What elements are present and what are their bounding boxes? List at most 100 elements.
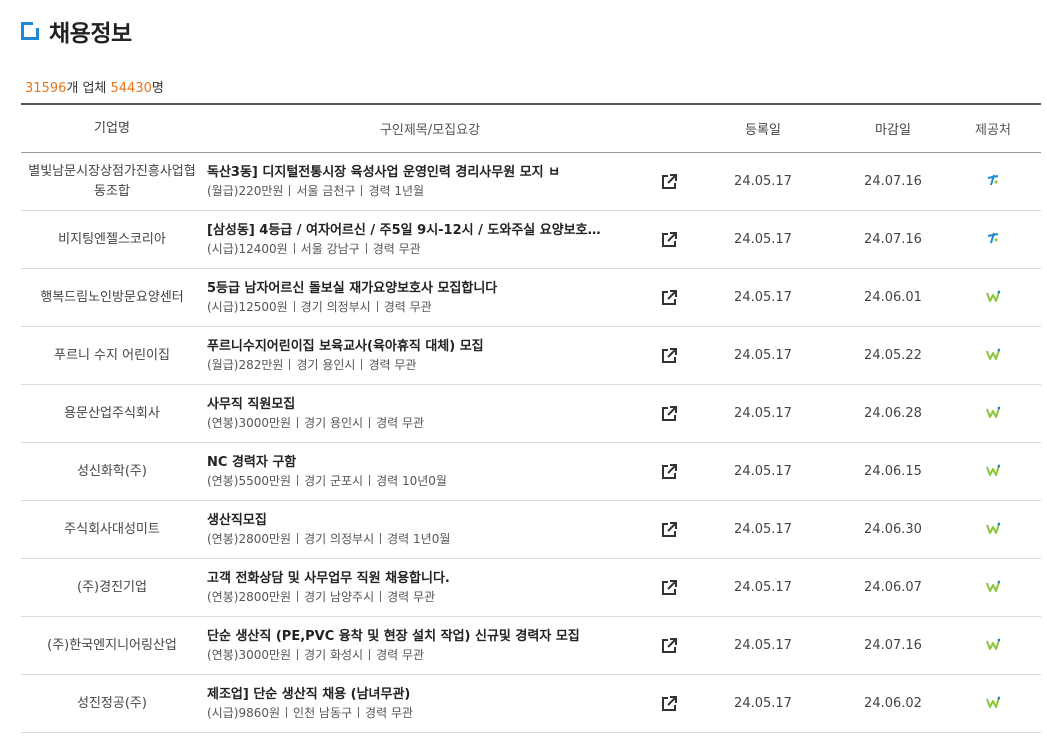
job-pay: (시급)9860원	[207, 705, 281, 720]
job-meta: (시급)12500원 경기 의정부시 경력 무관	[207, 298, 653, 317]
job-title-link[interactable]: NC 경력자 구함	[207, 453, 652, 472]
reg-date: 24.05.17	[734, 464, 792, 479]
company-name[interactable]: (주)경진기업	[21, 578, 203, 598]
job-title-link[interactable]: 고객 전화상담 및 사무업무 직원 채용합니다.	[207, 569, 652, 588]
company-name[interactable]: 행복드림노인방문요양센터	[21, 288, 203, 308]
job-title-link[interactable]: [삼성동] 4등급 / 여자어르신 / 주5일 9시-12시 / 도와주실 요양…	[207, 221, 652, 240]
job-cell: 독산3동] 디지털전통시장 육성사업 운영인력 경리사무원 모지 ㅂ (월급)2…	[203, 163, 653, 201]
job-cell: 푸르니수지어린이집 보육교사(육아휴직 대체) 모집 (월급)282만원 경기 용…	[203, 337, 653, 375]
job-pay: (월급)282만원	[207, 357, 284, 372]
meta-divider	[289, 184, 291, 196]
meta-divider	[365, 242, 367, 254]
close-date: 24.07.16	[864, 174, 922, 189]
w-icon	[986, 289, 1001, 307]
company-name[interactable]: (주)한국엔지니어링산업	[21, 636, 203, 656]
job-title-link[interactable]: 단순 생산직 (PE,PVC 융착 및 현장 설치 작업) 신규및 경력자 모집	[207, 627, 652, 646]
job-meta: (연봉)3000만원 경기 화성시 경력 무관	[207, 646, 653, 665]
job-pay: (연봉)5500만원	[207, 473, 292, 488]
close-date: 24.06.01	[864, 290, 922, 305]
table-row: 성신화학(주) NC 경력자 구함 (연봉)5500만원 경기 군포시 경력 10년…	[21, 443, 1041, 501]
job-career: 경력 무관	[368, 357, 417, 372]
company-count: 31596	[25, 81, 67, 96]
table-row: 푸르니 수지 어린이집 푸르니수지어린이집 보육교사(육아휴직 대체) 모집 (…	[21, 327, 1041, 385]
company-count-unit: 개 업체	[66, 81, 107, 96]
close-date: 24.06.28	[864, 406, 922, 421]
job-career: 경력 무관	[372, 241, 421, 256]
meta-divider	[286, 706, 288, 718]
w-icon	[986, 463, 1001, 481]
external-link-icon[interactable]	[653, 231, 685, 249]
company-name[interactable]: 용문산업주식회사	[21, 404, 203, 424]
company-name[interactable]: 푸르니 수지 어린이집	[21, 346, 203, 366]
source-cell	[945, 637, 1041, 655]
page-title: 채용정보	[49, 21, 132, 47]
job-title-link[interactable]: 제조업] 단순 생산직 채용 (남녀무관)	[207, 685, 652, 704]
meta-divider	[297, 590, 299, 602]
page-header: 채용정보	[21, 14, 132, 48]
job-location: 서울 강남구	[300, 241, 360, 256]
job-cell: NC 경력자 구함 (연봉)5500만원 경기 군포시 경력 10년0월	[203, 453, 653, 491]
job-career: 경력 1년월	[368, 183, 425, 198]
job-meta: (월급)220만원 서울 금천구 경력 1년월	[207, 182, 653, 201]
company-name[interactable]: 성신화학(주)	[21, 462, 203, 482]
external-link-icon[interactable]	[653, 637, 685, 655]
job-location: 인천 남동구	[293, 705, 353, 720]
source-cell	[945, 289, 1041, 307]
company-name[interactable]: 성진정공(주)	[21, 694, 203, 714]
source-cell	[945, 173, 1041, 191]
job-title-link[interactable]: 사무직 직원모집	[207, 395, 652, 414]
external-link-icon[interactable]	[653, 521, 685, 539]
external-link-icon[interactable]	[653, 347, 685, 365]
external-link-icon[interactable]	[653, 405, 685, 423]
external-link-icon[interactable]	[653, 289, 685, 307]
company-name[interactable]: 비지팅엔젤스코리아	[21, 230, 203, 250]
job-meta: (연봉)3000만원 경기 용인시 경력 무관	[207, 414, 653, 433]
reg-date: 24.05.17	[734, 406, 792, 421]
job-career: 경력 무관	[376, 647, 425, 662]
job-career: 경력 무관	[365, 705, 414, 720]
w-icon	[986, 637, 1001, 655]
job-meta: (연봉)5500만원 경기 군포시 경력 10년0월	[207, 472, 653, 491]
job-title-link[interactable]: 푸르니수지어린이집 보육교사(육아휴직 대체) 모집	[207, 337, 652, 356]
company-name[interactable]: 별빛남문시장상점가진흥사업협동조합	[21, 162, 203, 202]
header-company: 기업명	[94, 120, 130, 136]
table-row: (주)한국엔지니어링산업 단순 생산직 (PE,PVC 융착 및 현장 설치 작…	[21, 617, 1041, 675]
job-title-link[interactable]: 생산직모집	[207, 511, 652, 530]
job-location: 경기 의정부시	[300, 299, 371, 314]
job-location: 서울 금천구	[296, 183, 356, 198]
w-icon	[986, 347, 1001, 365]
job-title-link[interactable]: 독산3동] 디지털전통시장 육성사업 운영인력 경리사무원 모지 ㅂ	[207, 163, 652, 182]
company-name[interactable]: 주식회사대성미트	[21, 520, 203, 540]
job-location: 경기 용인시	[296, 357, 356, 372]
table-row: 용문산업주식회사 사무직 직원모집 (연봉)3000만원 경기 용인시 경력 무관 …	[21, 385, 1041, 443]
job-cell: 고객 전화상담 및 사무업무 직원 채용합니다. (연봉)2800만원 경기 남양…	[203, 569, 653, 607]
external-link-icon[interactable]	[653, 463, 685, 481]
meta-divider	[289, 358, 291, 370]
source-cell	[945, 521, 1041, 539]
reg-date: 24.05.17	[734, 232, 792, 247]
job-meta: (시급)12400원 서울 강남구 경력 무관	[207, 240, 653, 259]
job-cell: 단순 생산직 (PE,PVC 융착 및 현장 설치 작업) 신규및 경력자 모집…	[203, 627, 653, 665]
job-title-link[interactable]: 5등급 남자어르신 돌보실 재가요양보호사 모집합니다	[207, 279, 652, 298]
external-link-icon[interactable]	[653, 579, 685, 597]
external-link-icon[interactable]	[653, 695, 685, 713]
w-icon	[986, 579, 1001, 597]
meta-divider	[297, 474, 299, 486]
job-career: 경력 1년0월	[387, 531, 451, 546]
job-career: 경력 10년0월	[376, 473, 447, 488]
header-reg: 등록일	[745, 123, 781, 138]
meta-divider	[297, 416, 299, 428]
meta-divider	[361, 358, 363, 370]
reg-date: 24.05.17	[734, 348, 792, 363]
job-pay: (시급)12400원	[207, 241, 288, 256]
job-location: 경기 화성시	[304, 647, 364, 662]
source-cell	[945, 347, 1041, 365]
table-row: 주식회사대성미트 생산직모집 (연봉)2800만원 경기 의정부시 경력 1년0월 …	[21, 501, 1041, 559]
reg-date: 24.05.17	[734, 174, 792, 189]
external-link-icon[interactable]	[653, 173, 685, 191]
worknet-icon	[986, 231, 1000, 249]
job-cell: [삼성동] 4등급 / 여자어르신 / 주5일 9시-12시 / 도와주실 요양…	[203, 221, 653, 259]
job-pay: (월급)220만원	[207, 183, 284, 198]
job-count: 54430	[110, 81, 152, 96]
worknet-icon	[986, 173, 1000, 191]
